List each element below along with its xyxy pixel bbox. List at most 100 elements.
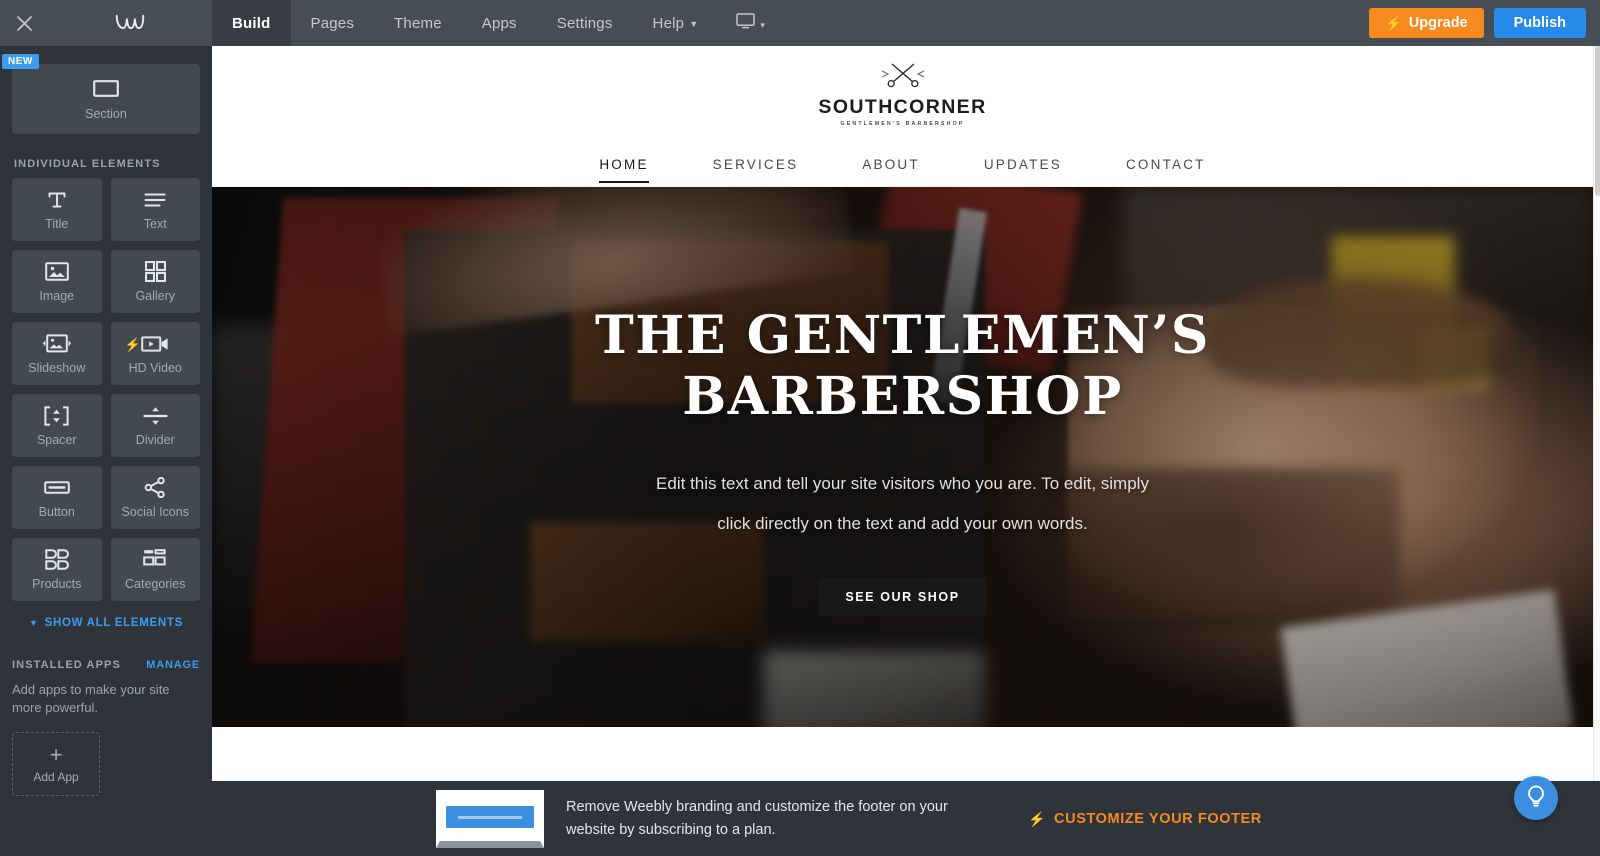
element-products[interactable]: Products: [12, 538, 102, 601]
element-products-label: Products: [32, 576, 82, 591]
tab-apps[interactable]: Apps: [462, 0, 537, 46]
help-tips-button[interactable]: [1514, 776, 1558, 820]
hd-video-icon: [141, 333, 169, 355]
text-lines-icon: [144, 189, 166, 211]
weebly-editor: Build Pages Theme Apps Settings Help ▼ ▾…: [0, 0, 1600, 856]
element-slideshow[interactable]: Slideshow: [12, 322, 102, 385]
site-nav-updates[interactable]: UPDATES: [952, 158, 1094, 172]
hero-subtitle[interactable]: Edit this text and tell your site visito…: [643, 464, 1163, 544]
bolt-icon: ⚡: [124, 337, 141, 352]
site-logo[interactable]: SOUTHCORNER GENTLEMEN'S BARBERSHOP: [818, 62, 987, 128]
tab-theme[interactable]: Theme: [374, 0, 462, 46]
tab-build-label: Build: [232, 14, 271, 32]
installed-apps-header: INSTALLED APPS MANAGE: [12, 659, 200, 671]
show-all-elements-link[interactable]: ▼ SHOW ALL ELEMENTS: [12, 617, 200, 629]
element-gallery-label: Gallery: [135, 288, 176, 303]
hero-section[interactable]: THE GENTLEMEN’S BARBERSHOP Edit this tex…: [212, 187, 1593, 727]
spacer-icon: [44, 405, 69, 427]
customize-footer-label: CUSTOMIZE YOUR FOOTER: [1054, 810, 1262, 827]
tab-settings[interactable]: Settings: [537, 0, 633, 46]
bolt-icon: ⚡: [1385, 15, 1403, 31]
categories-icon: [143, 549, 167, 571]
elements-grid: Title Text Image Gallery Slideshow ⚡ HD …: [12, 178, 200, 601]
site-logo-name: SOUTHCORNER: [818, 95, 987, 118]
new-badge: NEW: [2, 54, 39, 69]
publish-button[interactable]: Publish: [1493, 8, 1586, 38]
products-icon: [45, 549, 69, 571]
site-nav-contact[interactable]: CONTACT: [1094, 158, 1238, 172]
device-preview-selector[interactable]: ▾: [718, 0, 783, 46]
site-preview-thumbnail: [436, 789, 544, 848]
hero-content: THE GENTLEMEN’S BARBERSHOP Edit this tex…: [212, 187, 1593, 727]
bolt-icon: ⚡: [1028, 810, 1047, 827]
individual-elements-heading: INDIVIDUAL ELEMENTS: [14, 158, 161, 170]
site-nav-about[interactable]: ABOUT: [830, 158, 952, 172]
element-title-label: Title: [45, 216, 69, 231]
show-all-elements-label: SHOW ALL ELEMENTS: [44, 617, 183, 629]
element-spacer[interactable]: Spacer: [12, 394, 102, 457]
chevron-down-icon: ▼: [28, 618, 39, 628]
element-title[interactable]: Title: [12, 178, 102, 241]
chevron-down-icon: ▼: [689, 18, 699, 29]
site-canvas: SOUTHCORNER GENTLEMEN'S BARBERSHOP HOME …: [212, 46, 1593, 781]
tab-help[interactable]: Help ▼: [633, 0, 719, 46]
crossed-scissors-icon: [818, 62, 986, 93]
upgrade-button-label: Upgrade: [1408, 15, 1468, 31]
close-editor-button[interactable]: [0, 0, 48, 46]
editor-nav: Build Pages Theme Apps Settings Help ▼: [212, 0, 718, 46]
monitor-icon: [736, 12, 756, 34]
element-gallery[interactable]: Gallery: [110, 250, 200, 313]
canvas-scrollbar-thumb[interactable]: [1595, 46, 1600, 196]
empty-section-band: [212, 727, 1593, 781]
rectangle-icon: [93, 78, 119, 100]
tab-apps-label: Apps: [481, 14, 517, 32]
button-icon: [43, 477, 70, 499]
tab-pages[interactable]: Pages: [291, 0, 375, 46]
social-share-icon: [144, 477, 166, 499]
tab-settings-label: Settings: [556, 14, 613, 32]
footer-banner-text: Remove Weebly branding and customize the…: [566, 799, 948, 838]
installed-apps-title: INSTALLED APPS: [12, 659, 121, 671]
canvas-scrollbar[interactable]: [1593, 46, 1600, 781]
element-image[interactable]: Image: [12, 250, 102, 313]
close-icon: [16, 15, 33, 32]
section-element-card[interactable]: NEW Section: [2, 54, 200, 134]
weebly-home-link[interactable]: [48, 0, 212, 46]
editor-topbar: Build Pages Theme Apps Settings Help ▼ ▾…: [0, 0, 1600, 46]
site-nav-home[interactable]: HOME: [567, 158, 680, 183]
element-social-icons[interactable]: Social Icons: [110, 466, 200, 529]
tab-build[interactable]: Build: [212, 0, 291, 46]
site-navigation: HOME SERVICES ABOUT UPDATES CONTACT: [212, 143, 1593, 187]
tab-help-label: Help: [652, 14, 685, 32]
add-app-button[interactable]: + Add App: [12, 732, 100, 797]
hero-title[interactable]: THE GENTLEMEN’S BARBERSHOP: [583, 305, 1223, 428]
customize-footer-link[interactable]: ⚡ CUSTOMIZE YOUR FOOTER: [1028, 811, 1262, 827]
element-social-icons-label: Social Icons: [121, 504, 189, 519]
image-icon: [44, 261, 69, 283]
element-button-label: Button: [38, 504, 75, 519]
element-button[interactable]: Button: [12, 466, 102, 529]
plus-icon: +: [49, 742, 63, 768]
element-hd-video[interactable]: ⚡ HD Video: [110, 322, 200, 385]
slideshow-icon: [42, 333, 72, 355]
lightbulb-icon: [1525, 784, 1547, 813]
element-slideshow-label: Slideshow: [28, 360, 86, 375]
element-categories[interactable]: Categories: [110, 538, 200, 601]
site-nav-services[interactable]: SERVICES: [681, 158, 831, 172]
element-divider-label: Divider: [135, 432, 175, 447]
element-text[interactable]: Text: [110, 178, 200, 241]
divider-icon: [143, 405, 168, 427]
manage-apps-link[interactable]: MANAGE: [146, 659, 200, 671]
element-categories-label: Categories: [125, 576, 186, 591]
section-card-label: Section: [85, 106, 127, 121]
element-text-label: Text: [143, 216, 167, 231]
element-image-label: Image: [39, 288, 75, 303]
see-our-shop-button[interactable]: SEE OUR SHOP: [819, 577, 986, 616]
site-logo-tagline: GENTLEMEN'S BARBERSHOP: [840, 121, 965, 128]
chevron-down-icon: ▾: [760, 19, 765, 30]
upgrade-button[interactable]: ⚡ Upgrade: [1369, 8, 1484, 38]
weebly-logo-icon: [115, 11, 145, 36]
element-spacer-label: Spacer: [36, 432, 77, 447]
element-hd-video-label: HD Video: [128, 360, 182, 375]
element-divider[interactable]: Divider: [110, 394, 200, 457]
